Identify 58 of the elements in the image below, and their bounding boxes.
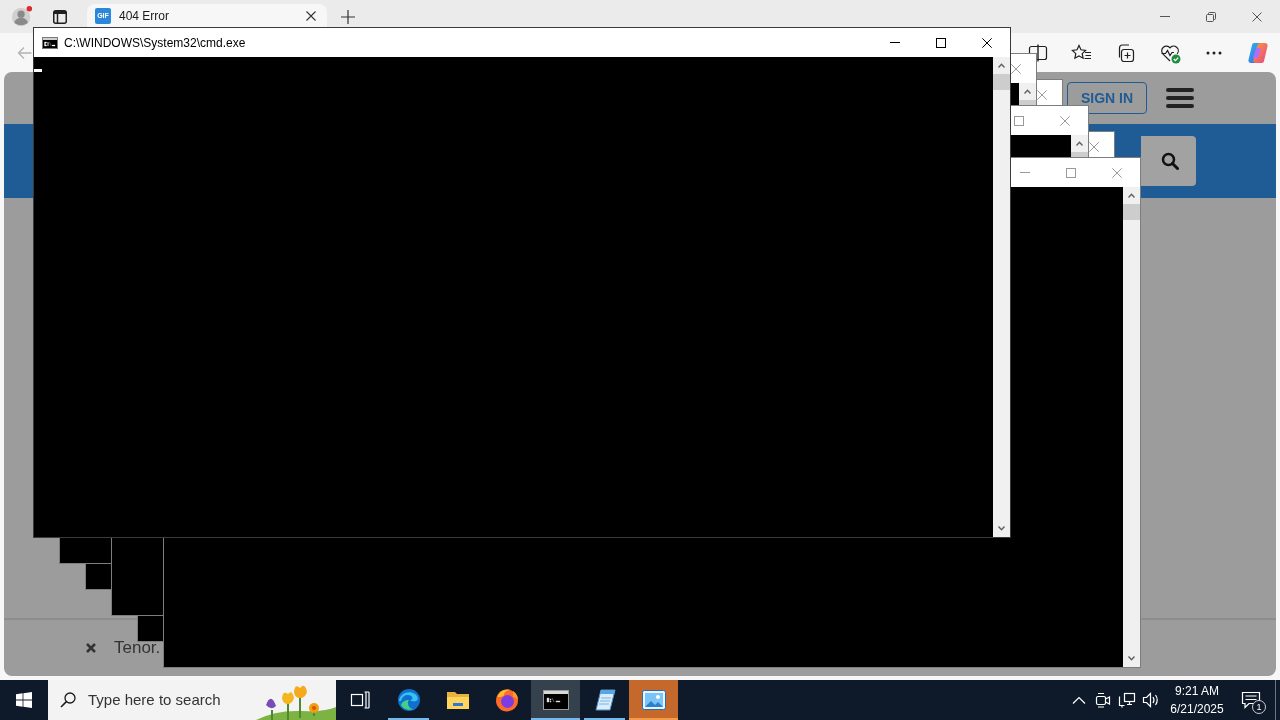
windows-logo-icon bbox=[16, 692, 32, 708]
minimize-icon bbox=[1020, 172, 1030, 173]
menu-icon[interactable] bbox=[1166, 88, 1194, 108]
search-button[interactable] bbox=[1141, 136, 1196, 186]
maximize-icon bbox=[1014, 116, 1024, 126]
new-tab-icon[interactable] bbox=[341, 9, 355, 24]
close-icon[interactable] bbox=[306, 10, 316, 21]
tab-actions-icon[interactable] bbox=[53, 9, 67, 24]
chevron-down-icon bbox=[1128, 656, 1135, 661]
close-icon bbox=[1011, 64, 1021, 74]
camera-icon[interactable] bbox=[1095, 692, 1111, 708]
date-text[interactable]: 6/21/2025 bbox=[1170, 700, 1224, 718]
picture-icon bbox=[641, 690, 666, 710]
chevron-up-icon bbox=[1076, 141, 1083, 146]
time-text[interactable]: 9:21 AM bbox=[1175, 682, 1219, 700]
volume-icon[interactable] bbox=[1142, 692, 1160, 708]
maximize-icon bbox=[1066, 168, 1076, 178]
window-title: C:\WINDOWS\System32\cmd.exe bbox=[64, 34, 246, 52]
task-view-icon bbox=[350, 691, 370, 709]
scroll-thumb[interactable] bbox=[1019, 100, 1036, 105]
split-screen-icon[interactable] bbox=[1028, 43, 1048, 62]
footer-text: Tenor. bbox=[114, 637, 161, 660]
search-box[interactable]: Type here to search bbox=[48, 680, 336, 720]
search-field[interactable]: Type here to search bbox=[88, 688, 238, 712]
close-icon bbox=[1112, 168, 1122, 178]
notification-badge: 1 bbox=[1252, 700, 1266, 714]
close-icon bbox=[1037, 90, 1047, 100]
terminal-icon bbox=[542, 690, 569, 710]
restore-icon[interactable] bbox=[1206, 11, 1216, 22]
scroll-thumb[interactable] bbox=[1071, 152, 1088, 157]
network-icon[interactable] bbox=[1118, 692, 1136, 708]
close-icon bbox=[1089, 142, 1099, 152]
search-icon bbox=[1161, 152, 1179, 170]
minimize-icon bbox=[890, 42, 900, 43]
gradient-logo-icon[interactable] bbox=[1247, 41, 1269, 64]
favorites-icon[interactable] bbox=[1071, 43, 1093, 62]
chevron-up-icon bbox=[1128, 193, 1135, 198]
search-icon bbox=[60, 692, 76, 708]
chevron-up-icon[interactable] bbox=[1072, 696, 1086, 704]
folder-icon bbox=[445, 690, 470, 710]
collections-icon[interactable] bbox=[1116, 42, 1136, 63]
profile-icon[interactable] bbox=[11, 5, 33, 27]
console-icon bbox=[42, 36, 58, 49]
notepad-icon bbox=[592, 688, 617, 712]
close-icon[interactable] bbox=[1252, 11, 1262, 22]
scroll-thumb[interactable] bbox=[1123, 204, 1140, 220]
chevron-down-icon bbox=[998, 526, 1005, 531]
chevron-up-icon bbox=[998, 63, 1005, 68]
maximize-icon bbox=[936, 38, 946, 48]
scroll-thumb[interactable] bbox=[993, 74, 1010, 90]
flame-globe-icon bbox=[494, 688, 519, 712]
close-icon bbox=[1060, 116, 1070, 126]
close-icon bbox=[982, 38, 992, 48]
chevron-up-icon bbox=[1024, 89, 1031, 94]
browser-icon bbox=[396, 688, 421, 712]
taskbar-button[interactable] bbox=[531, 680, 580, 720]
more-icon[interactable] bbox=[1206, 50, 1222, 55]
notification-icon[interactable] bbox=[1241, 691, 1261, 709]
